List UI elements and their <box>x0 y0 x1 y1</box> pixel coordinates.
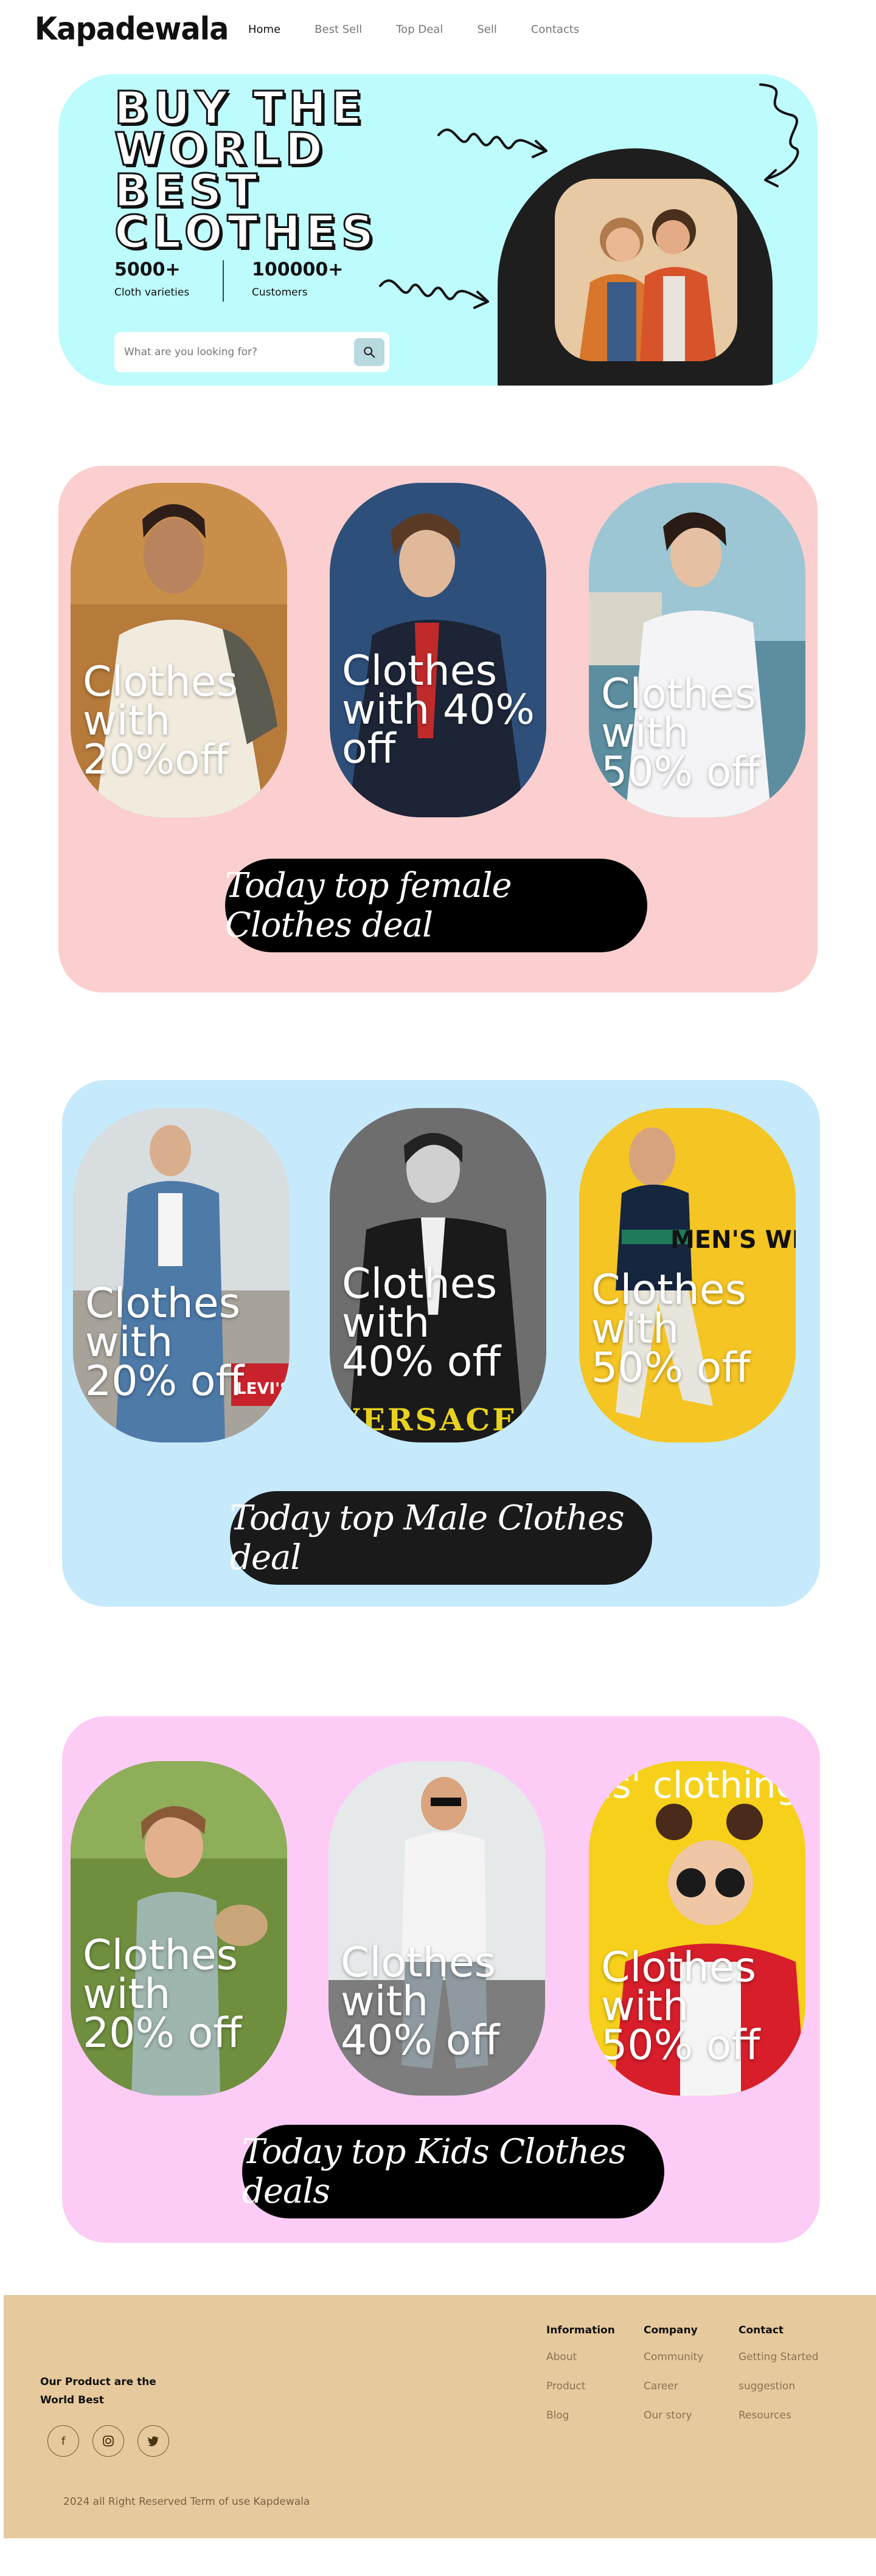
footer-col-contact: Contact Getting Started suggestion Resou… <box>739 2324 818 2439</box>
footer-link-resources[interactable]: Resources <box>739 2409 818 2422</box>
page: Kapadewala Home Best Sell Top Deal Sell … <box>0 0 876 2576</box>
deal-text: Clothes with 50% off <box>601 1944 760 2069</box>
deal-card[interactable]: Clothes with 40% off <box>330 483 546 817</box>
squiggle-arrow-icon <box>759 83 799 187</box>
deal-text: Clothes with 40% off <box>342 1260 501 1386</box>
hero-couple-photo <box>555 179 737 361</box>
deal-text: Clothes with 20%off <box>83 658 238 784</box>
nav-best-sell[interactable]: Best Sell <box>315 23 362 36</box>
footer-link-getting-started[interactable]: Getting Started <box>739 2351 818 2363</box>
male-deal-cta[interactable]: Today top Male Clothes deal <box>230 1491 652 1585</box>
deal-card[interactable]: Clothes with 40% off <box>328 1761 545 2096</box>
search-bar <box>114 332 389 372</box>
twitter-icon[interactable] <box>137 2425 169 2457</box>
hero-banner: BUY THE WORLD BEST CLOTHES 5000+ Cloth v… <box>58 74 818 386</box>
footer-col-information: Information About Product Blog <box>546 2324 615 2439</box>
nav-home[interactable]: Home <box>248 23 280 36</box>
deal-text: Clothes with 40% off <box>342 647 535 773</box>
nav-links: Home Best Sell Top Deal Sell Contacts <box>248 23 613 36</box>
facebook-icon[interactable]: f <box>47 2425 79 2457</box>
stat-label: Customers <box>252 286 308 299</box>
female-deals-section: Clothes with 20%off Clothes with 40% off <box>58 466 818 992</box>
squiggle-arrow-icon <box>437 128 548 158</box>
stat-value: 100000+ <box>252 259 344 280</box>
nav-sell[interactable]: Sell <box>477 23 497 36</box>
deal-card[interactable]: MEN'S WE Clothes with 50% off <box>579 1108 796 1442</box>
deal-text: Clothes with 40% off <box>341 1939 500 2065</box>
hero-title: BUY THE WORLD BEST CLOTHES <box>114 82 378 258</box>
nav-top-deal[interactable]: Top Deal <box>396 23 443 36</box>
squiggle-arrow-icon <box>379 279 489 309</box>
deal-card[interactable]: VERSACE Clothes with 40% off <box>330 1108 546 1442</box>
footer-link-career[interactable]: Career <box>644 2380 703 2392</box>
social-links: f <box>47 2425 169 2457</box>
search-button[interactable] <box>354 338 384 366</box>
deal-card[interactable]: Clothes with 20% off <box>71 1761 287 2096</box>
kids-deals-section: Clothes with 20% off Clothes with 40% of… <box>62 1716 820 2243</box>
brand-logo[interactable]: Kapadewala <box>35 11 229 47</box>
kids-deal-cta[interactable]: Today top Kids Clothes deals <box>242 2125 664 2218</box>
stat-customers: 100000+ Customers <box>252 259 343 299</box>
nav-contacts[interactable]: Contacts <box>531 23 579 36</box>
footer-col-title: Company <box>644 2324 698 2336</box>
brand-text: ds' clothing <box>589 1764 799 1807</box>
deal-text: Clothes with 50% off <box>601 670 760 796</box>
stat-label: Cloth varieties <box>114 286 190 299</box>
footer-link-suggestion[interactable]: suggestion <box>739 2380 818 2392</box>
top-nav: Kapadewala Home Best Sell Top Deal Sell … <box>0 0 876 61</box>
brand-text: MEN'S WE <box>670 1226 796 1254</box>
footer-col-company: Company Community Career Our story <box>644 2324 703 2439</box>
stat-varieties: 5000+ Cloth varieties <box>114 259 189 299</box>
deal-card[interactable]: LEVI'S Clothes with 20% off <box>73 1108 290 1442</box>
deal-card[interactable]: ds' clothing Clothes with 50% off <box>589 1761 805 2096</box>
footer-link-about[interactable]: About <box>546 2351 615 2363</box>
female-deal-cta[interactable]: Today top female Clothes deal <box>225 859 647 952</box>
search-input[interactable] <box>124 343 343 361</box>
deal-text: Clothes with 20% off <box>85 1279 245 1405</box>
brand-text: VERSACE <box>335 1402 518 1438</box>
stat-value: 5000+ <box>114 259 181 280</box>
copyright: 2024 all Right Reserved Term of use Kapd… <box>63 2496 310 2508</box>
search-icon <box>364 347 375 358</box>
footer-link-our-story[interactable]: Our story <box>644 2409 703 2422</box>
deal-text: Clothes with 50% off <box>591 1266 751 1392</box>
footer-link-blog[interactable]: Blog <box>546 2409 615 2422</box>
footer-link-community[interactable]: Community <box>644 2351 703 2363</box>
deal-text: Clothes with 20% off <box>83 1931 242 2057</box>
deal-card[interactable]: Clothes with 20%off <box>71 483 287 817</box>
footer-link-product[interactable]: Product <box>546 2380 615 2392</box>
deal-card[interactable]: Clothes with 50% off <box>589 483 805 817</box>
male-deals-section: LEVI'S Clothes with 20% off VERSACE Clot… <box>62 1080 820 1607</box>
footer-col-title: Information <box>546 2324 615 2336</box>
footer: Our Product are the World Best f Informa… <box>4 2295 876 2538</box>
footer-tagline: Our Product are the World Best <box>40 2376 156 2406</box>
footer-col-title: Contact <box>739 2324 784 2336</box>
instagram-icon[interactable] <box>92 2425 124 2457</box>
stat-divider <box>223 260 224 302</box>
